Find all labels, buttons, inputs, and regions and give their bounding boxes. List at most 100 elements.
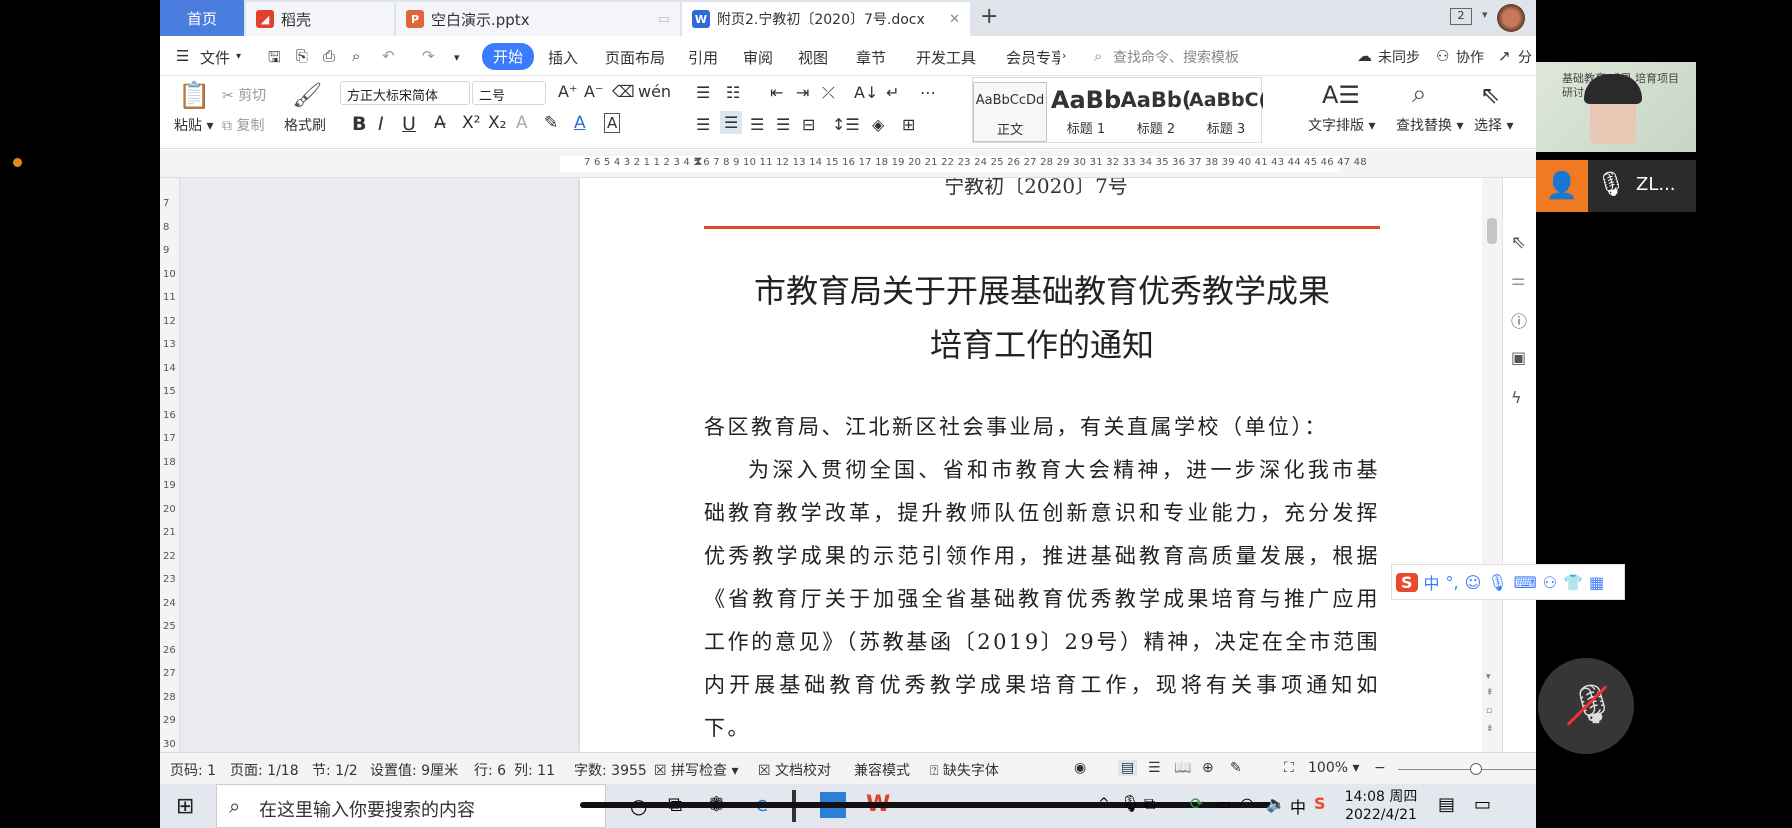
- zoom-out-icon[interactable]: −: [1374, 760, 1386, 776]
- missing-font-button[interactable]: ⍰ 缺失字体: [930, 760, 999, 780]
- volume-icon[interactable]: 🔈: [1266, 794, 1286, 813]
- video-feed[interactable]: 基础教育 成果 培育项目 研讨会: [1536, 62, 1696, 152]
- mic-tray-icon[interactable]: 🎙: [1120, 794, 1140, 813]
- pen-icon[interactable]: ✎: [1230, 760, 1242, 776]
- emoji-icon[interactable]: ☺: [1465, 573, 1482, 592]
- command-search-input[interactable]: 查找命令、搜索模板: [1113, 47, 1239, 67]
- share-icon[interactable]: ↗: [1498, 47, 1511, 65]
- microphone-icon[interactable]: 🎙: [1596, 170, 1626, 198]
- pointer-icon[interactable]: ⇖: [1511, 232, 1526, 253]
- chevron-up-icon[interactable]: ^: [1098, 796, 1110, 812]
- tab-page-layout[interactable]: 页面布局: [605, 47, 665, 68]
- tab-review[interactable]: 审阅: [743, 47, 773, 68]
- paste-icon[interactable]: 📋: [178, 81, 210, 111]
- indent-marker-icon[interactable]: ⧗: [694, 154, 702, 169]
- status-page[interactable]: 页码: 1: [170, 760, 216, 780]
- outline-view-icon[interactable]: ☰: [1148, 760, 1161, 776]
- notification-icon[interactable]: ▤: [1438, 794, 1455, 815]
- chinese-layout-icon[interactable]: ⤫: [822, 83, 835, 103]
- participant-bar[interactable]: 👤 🎙 ZL...: [1536, 160, 1696, 212]
- find-replace-button[interactable]: 查找替换 ▾: [1396, 115, 1463, 135]
- share-button[interactable]: 分: [1518, 47, 1532, 67]
- format-painter-icon[interactable]: 🖌: [292, 81, 322, 109]
- user-icon[interactable]: ⚇: [1543, 573, 1557, 592]
- zoom-slider-handle[interactable]: [1470, 763, 1482, 775]
- next-page-icon[interactable]: ⇟: [1486, 724, 1494, 734]
- cloud-icon[interactable]: ☁: [1357, 47, 1372, 65]
- screen-share-icon[interactable]: ⧉: [1144, 794, 1155, 814]
- paste-button[interactable]: 粘贴 ▾: [174, 115, 213, 135]
- chevron-right-icon[interactable]: ›: [1062, 49, 1066, 62]
- collab-button[interactable]: 协作: [1456, 47, 1484, 67]
- cursor-select-icon[interactable]: ⇖: [1480, 81, 1500, 109]
- document-canvas[interactable]: 宁教初〔2020〕7号 市教育局关于开展基础教育优秀教学成果 培育工作的通知 各…: [180, 178, 1502, 752]
- bullet-list-icon[interactable]: ☰: [696, 83, 710, 102]
- keyboard-icon[interactable]: ⌨: [1514, 573, 1537, 592]
- clear-format-icon[interactable]: ⌫: [612, 82, 635, 101]
- quick-access-dropdown-icon[interactable]: ▾: [454, 51, 460, 64]
- style-heading1[interactable]: AaBb 标题 1: [1049, 82, 1123, 142]
- help-icon[interactable]: ⓘ: [1511, 308, 1527, 332]
- redo-icon[interactable]: ↷: [422, 47, 435, 65]
- magnifier-icon[interactable]: ⌕: [1412, 79, 1427, 110]
- skin-icon[interactable]: 👕: [1563, 573, 1583, 592]
- highlight-icon[interactable]: ✎: [544, 113, 558, 133]
- shrink-font-icon[interactable]: A⁻: [584, 82, 603, 101]
- web-view-icon[interactable]: ⊕: [1202, 760, 1214, 776]
- distribute-icon[interactable]: ⊟: [802, 115, 815, 134]
- document-page[interactable]: 宁教初〔2020〕7号 市教育局关于开展基础教育优秀教学成果 培育工作的通知 各…: [580, 178, 1492, 752]
- horizontal-ruler[interactable]: 7 6 5 4 3 2 1 1 2 3 4 5 6 7 8 9 10 11 12…: [160, 150, 1536, 178]
- close-tab-icon[interactable]: ✕: [949, 12, 960, 27]
- justify-icon[interactable]: ☰: [776, 115, 790, 134]
- hamburger-icon[interactable]: ☰: [176, 47, 189, 65]
- punctuation-icon[interactable]: °,: [1446, 573, 1459, 592]
- sync-tray-icon[interactable]: ⟳: [1190, 794, 1203, 813]
- tab-start[interactable]: 开始: [482, 43, 535, 70]
- select-button[interactable]: 选择 ▾: [1474, 115, 1513, 135]
- sort-icon[interactable]: A↓: [854, 83, 878, 102]
- avatar[interactable]: [1497, 4, 1525, 32]
- text-effect-icon[interactable]: A: [516, 113, 528, 133]
- format-painter-button[interactable]: 格式刷: [284, 115, 326, 135]
- scroll-thumb[interactable]: [1487, 218, 1497, 244]
- new-tab-button[interactable]: +: [980, 4, 998, 29]
- image-edit-icon[interactable]: ▣: [1511, 348, 1526, 367]
- export-pdf-icon[interactable]: ⎘: [296, 47, 308, 65]
- number-list-icon[interactable]: ☷: [726, 83, 740, 102]
- tab-developer[interactable]: 开发工具: [916, 47, 976, 68]
- voice-input-icon[interactable]: 🎙: [1487, 573, 1507, 592]
- tab-chapter[interactable]: 章节: [856, 47, 886, 68]
- taskbar-search[interactable]: ⌕ 在这里输入你要搜索的内容: [216, 784, 606, 828]
- status-pages[interactable]: 页面: 1/18: [230, 760, 299, 780]
- underline-icon[interactable]: U: [402, 113, 416, 135]
- vertical-scrollbar[interactable]: ▾ ⇞ ▫ ⇟: [1482, 178, 1502, 752]
- windows-start-icon[interactable]: ⊞: [176, 794, 194, 819]
- menu-file[interactable]: 文件: [200, 47, 230, 68]
- status-words[interactable]: 字数: 3955: [574, 760, 647, 780]
- vertical-ruler[interactable]: 7 8 9 10 11 12 13 14 15 16 17 18 19 20 21 22 23 24 25 26 27 2…: [160, 178, 180, 752]
- toolbox-icon[interactable]: ▦: [1589, 573, 1604, 592]
- prev-page-icon[interactable]: ⇞: [1486, 688, 1494, 698]
- print-icon[interactable]: ⎙: [323, 47, 335, 65]
- strikethrough-icon[interactable]: A̶: [434, 113, 446, 133]
- text-layout-icon[interactable]: A☰: [1322, 81, 1360, 109]
- superscript-icon[interactable]: X²: [462, 113, 480, 133]
- taskbar-search-input[interactable]: 在这里输入你要搜索的内容: [259, 796, 475, 822]
- bold-icon[interactable]: B: [352, 113, 366, 135]
- page-view-icon[interactable]: ▤: [1118, 760, 1138, 776]
- fit-page-icon[interactable]: ⛶: [1284, 760, 1294, 776]
- cut-button[interactable]: ✂ 剪切: [222, 85, 266, 105]
- subscript-icon[interactable]: X₂: [488, 113, 506, 133]
- align-left-icon[interactable]: ☰: [696, 115, 710, 134]
- tab-home[interactable]: 首页: [160, 0, 244, 36]
- increase-indent-icon[interactable]: ⇥: [796, 83, 809, 102]
- borders-icon[interactable]: ⊞: [902, 115, 915, 134]
- compat-mode[interactable]: 兼容模式: [854, 760, 910, 780]
- window-count-badge[interactable]: 2: [1450, 8, 1472, 25]
- table-lines-icon[interactable]: ⋯: [920, 83, 936, 102]
- lightning-icon[interactable]: ϟ: [1511, 388, 1522, 407]
- ime-toolbar[interactable]: S 中 °, ☺ 🎙 ⌨ ⚇ 👕 ▦: [1391, 564, 1625, 600]
- wifi-icon[interactable]: ◠: [1240, 794, 1254, 813]
- clock[interactable]: 14:08 周四 2022/4/21: [1336, 788, 1426, 824]
- tab-pptx[interactable]: P 空白演示.pptx ▭: [396, 2, 680, 36]
